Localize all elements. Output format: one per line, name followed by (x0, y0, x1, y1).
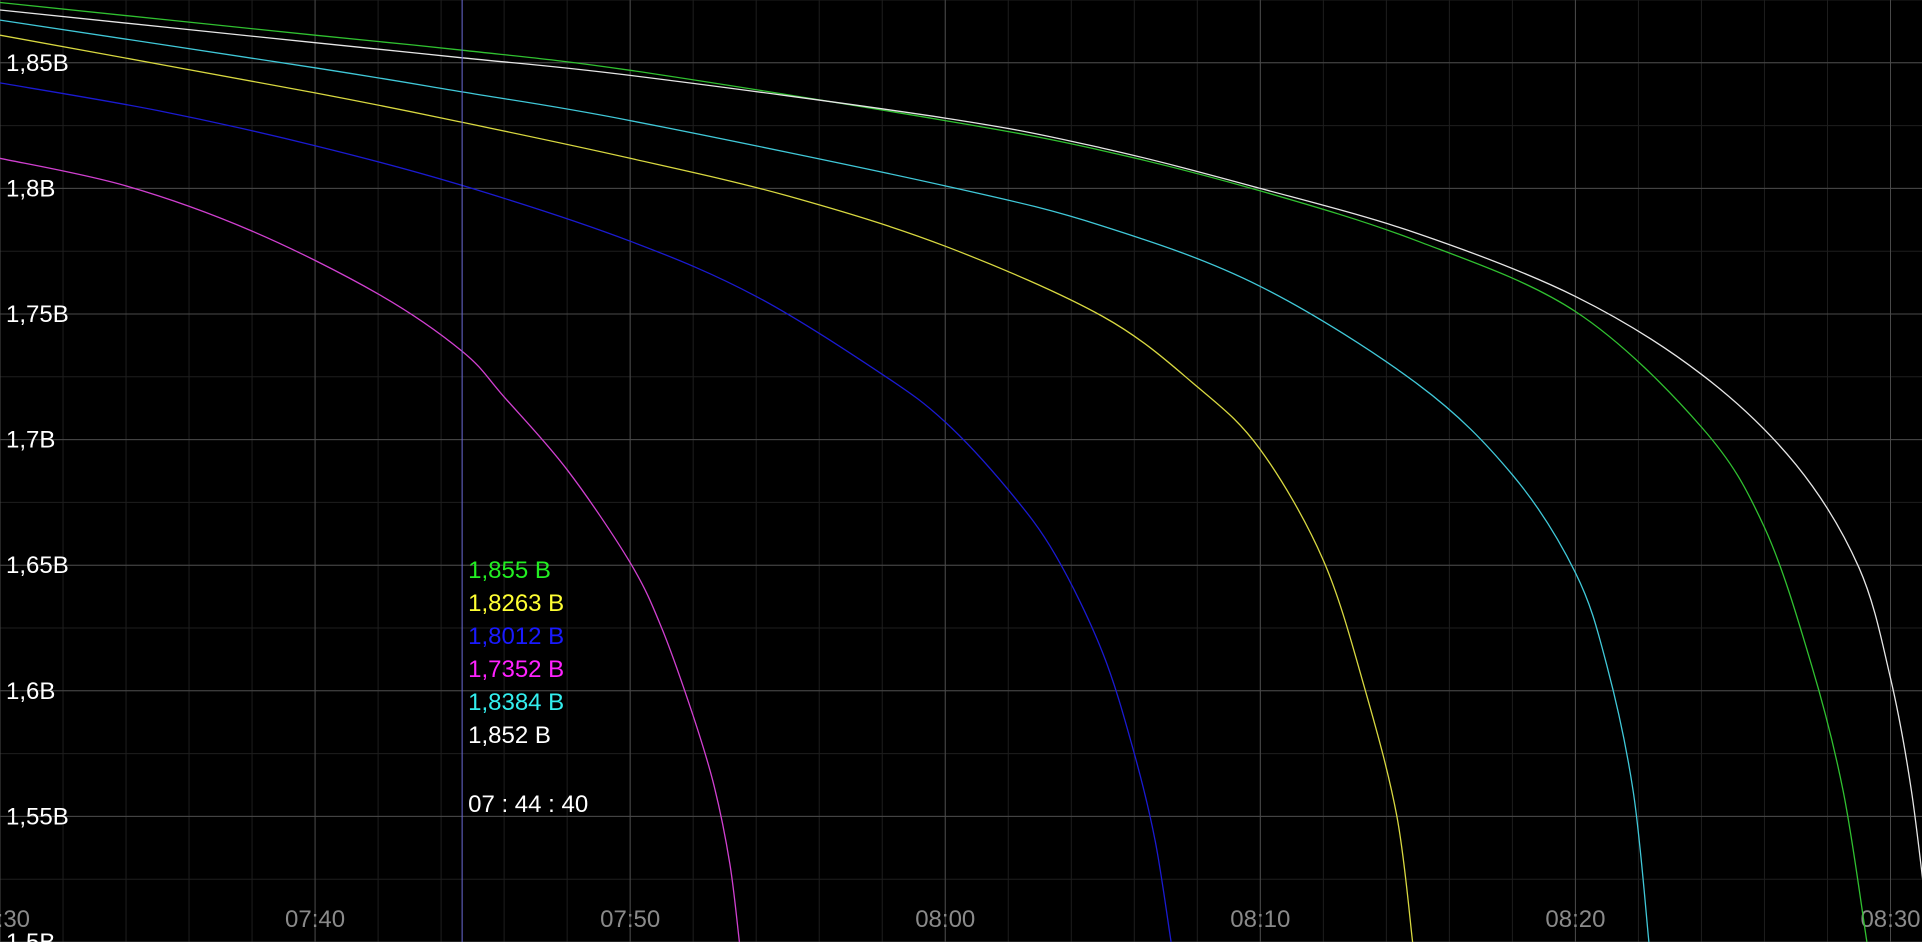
y-tick-label: 1,85B (6, 50, 69, 77)
cursor-value-green: 1,855 B (468, 557, 551, 584)
chart-background (0, 0, 1922, 942)
y-tick-label: 1,8B (6, 175, 55, 202)
x-tick-label: 08:00 (915, 906, 975, 933)
cursor-value-magenta: 1,7352 B (468, 656, 564, 683)
y-tick-label: 1,7B (6, 427, 55, 454)
x-tick-label: 07:40 (285, 906, 345, 933)
y-tick-label: 1,75B (6, 301, 69, 328)
y-tick-label: 1,55B (6, 803, 69, 830)
x-tick-label: 07:50 (600, 906, 660, 933)
chart-svg: 07:3007:4007:5008:0008:1008:2008:30 1,85… (0, 0, 1922, 942)
cursor-value-cyan: 1,8384 B (468, 689, 564, 716)
y-tick-label: 1,6B (6, 678, 55, 705)
cursor-value-yellow: 1,8263 B (468, 590, 564, 617)
y-tick-label: 1,5B (6, 929, 55, 942)
cursor-time-label: 07 : 44 : 40 (468, 791, 588, 818)
y-tick-label: 1,65B (6, 552, 69, 579)
chart: 07:3007:4007:5008:0008:1008:2008:30 1,85… (0, 0, 1922, 942)
x-tick-label: 08:20 (1545, 906, 1605, 933)
x-tick-label: 08:30 (1860, 906, 1920, 933)
x-tick-label: 08:10 (1230, 906, 1290, 933)
cursor-value-blue: 1,8012 B (468, 623, 564, 650)
cursor-value-white: 1,852 B (468, 722, 551, 749)
